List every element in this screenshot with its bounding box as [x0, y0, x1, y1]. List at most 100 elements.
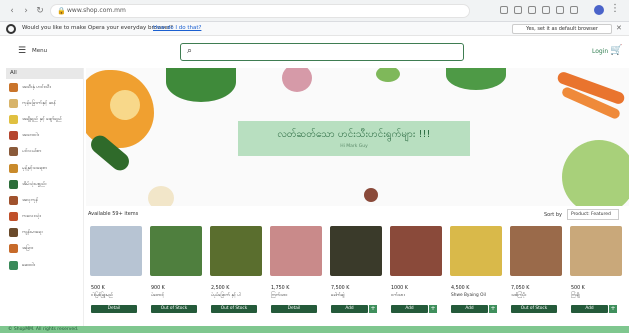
sidebar-item-label: အသီးနှံ ဟင်းသီး — [22, 84, 51, 90]
search-input[interactable]: ⌕ — [180, 43, 464, 61]
product-image[interactable] — [150, 226, 202, 276]
sidebar-item[interactable]: မုန့်နှင့်သရေစာ — [6, 160, 83, 176]
sidebar-item-label: ကလေးသုံး — [22, 214, 41, 220]
product-price: 500 K — [91, 286, 105, 291]
sidebar-item-label: ပင်လယ်စာ — [22, 149, 42, 155]
footer-bar: © ShopMM. All rights reserved. — [0, 326, 629, 333]
garlic-image — [148, 186, 174, 206]
product-action-button[interactable]: Add — [451, 305, 488, 313]
banner-subtitle: Hi Mark Guy — [340, 144, 368, 149]
category-icon — [9, 147, 18, 157]
product-card[interactable]: 4,500 K Shwe Byaing Oil Add + — [448, 224, 504, 320]
product-image[interactable] — [330, 226, 382, 276]
sidebar-item[interactable]: ဆေးဝါး — [6, 257, 83, 273]
cart-icon[interactable]: 🛒 — [610, 45, 622, 56]
search-icon[interactable]: ⌕ — [187, 46, 192, 56]
product-action-button[interactable]: Add — [391, 305, 428, 313]
hero-banner: လတ်ဆတ်သော ဟင်းသီးဟင်းရွက်များ !!! Hi Mar… — [86, 68, 629, 206]
infobar-message: Would you like to make Opera your everyd… — [22, 25, 173, 31]
sidebar-item[interactable]: အသားငါး — [6, 128, 83, 144]
sidebar-item[interactable]: အခြား — [6, 241, 83, 257]
pumpkin-flesh-image — [110, 90, 140, 120]
default-browser-infobar: Would you like to make Opera your everyd… — [0, 22, 629, 36]
forward-icon[interactable]: › — [20, 5, 32, 17]
category-icon — [9, 212, 18, 222]
extension-icon[interactable] — [528, 6, 536, 14]
extension-icon[interactable] — [542, 6, 550, 14]
extension-icon[interactable] — [556, 6, 564, 14]
product-name: ပဲပုပ်ခြောက် နှင့် ပါ — [211, 293, 241, 298]
product-action-button[interactable]: Detail — [91, 305, 137, 313]
sidebar-item[interactable]: အိမ်သုံးပစ္စည်း — [6, 176, 83, 192]
product-action-button[interactable]: Out of Stock — [151, 305, 197, 313]
product-image[interactable] — [570, 226, 622, 276]
product-image[interactable] — [210, 226, 262, 276]
sidebar-item[interactable]: ကလေးသုံး — [6, 209, 83, 225]
add-to-cart-icon[interactable]: + — [369, 305, 377, 313]
address-bar[interactable]: 🔒 www.shop.com.mm — [50, 4, 470, 18]
product-card[interactable]: 1000 K ဝက်သား Add + — [388, 224, 444, 320]
sidebar-item-label: အသားငါး — [22, 133, 39, 139]
sidebar-item-label: အချိုရည် နှင့် ဖျော်ရည် — [22, 116, 62, 122]
product-image[interactable] — [270, 226, 322, 276]
product-card[interactable]: 500 K ကြံချို Add + — [568, 224, 624, 320]
peas-image — [376, 68, 400, 82]
onion-image — [282, 68, 312, 92]
product-action-button[interactable]: Add — [331, 305, 368, 313]
product-action-button[interactable]: Add — [571, 305, 608, 313]
product-action-button[interactable]: Detail — [271, 305, 317, 313]
category-icon — [9, 195, 18, 205]
infobar-link[interactable]: How do I do that? — [153, 25, 201, 31]
product-action-button[interactable]: Out of Stock — [211, 305, 257, 313]
back-icon[interactable]: ‹ — [6, 5, 18, 17]
add-to-cart-icon[interactable]: + — [489, 305, 497, 313]
product-image[interactable] — [390, 226, 442, 276]
product-name: သစ်ကြံပိုး — [511, 293, 527, 298]
extension-icon[interactable] — [570, 6, 578, 14]
product-price: 7,050 K — [511, 286, 530, 291]
product-image[interactable] — [90, 226, 142, 276]
category-icon — [9, 228, 18, 238]
sidebar-item[interactable]: အသီးနှံ ဟင်းသီး — [6, 79, 83, 95]
extension-icon[interactable] — [514, 6, 522, 14]
footer-text: © ShopMM. All rights reserved. — [8, 327, 79, 332]
product-image[interactable] — [450, 226, 502, 276]
sidebar-item-all[interactable]: All — [6, 68, 83, 79]
add-to-cart-icon[interactable]: + — [609, 305, 617, 313]
add-to-cart-icon[interactable]: + — [429, 305, 437, 313]
pepper-image — [364, 188, 378, 202]
product-card[interactable]: 7,500 K ခေါက်ဆွဲ Add + — [328, 224, 384, 320]
product-name: ဝက်သား — [391, 293, 405, 298]
profile-avatar[interactable] — [594, 5, 604, 15]
products-toolbar: Available 59+ items Sort by Product: Fea… — [86, 208, 629, 222]
product-card[interactable]: 7,050 K သစ်ကြံပိုး Out of Stock — [508, 224, 564, 320]
category-icon — [9, 82, 18, 92]
product-image[interactable] — [510, 226, 562, 276]
sidebar-item[interactable]: ကျန်းမာရေး — [6, 225, 83, 241]
reload-icon[interactable]: ↻ — [34, 5, 46, 17]
product-card[interactable]: 1,750 K ကြက်သား Detail — [268, 224, 324, 320]
product-name: ကြက်သား — [271, 293, 288, 298]
sidebar-item[interactable]: အလှကုန် — [6, 192, 83, 208]
banner-text-box: လတ်ဆတ်သော ဟင်းသီးဟင်းရွက်များ !!! Hi Mar… — [238, 121, 470, 156]
category-sidebar: All အသီးနှံ ဟင်းသီးကုန်ခြောက်နှင့် ဆန်အခ… — [6, 68, 84, 326]
extension-icon[interactable] — [500, 6, 508, 14]
menu-icon[interactable]: ☰ — [18, 46, 26, 56]
browser-menu-icon[interactable]: ⋮ — [610, 3, 620, 14]
menu-label[interactable]: Menu — [32, 48, 47, 54]
sidebar-item[interactable]: ပင်လယ်စာ — [6, 144, 83, 160]
product-card[interactable]: 900 K ပဲတောင့် Out of Stock — [148, 224, 204, 320]
sidebar-item[interactable]: အချိုရည် နှင့် ဖျော်ရည် — [6, 111, 83, 127]
product-name: ခေါက်ဆွဲ — [331, 293, 345, 298]
sort-select[interactable]: Product: Featured — [567, 209, 619, 220]
category-icon — [9, 114, 18, 124]
product-price: 1000 K — [391, 286, 408, 291]
sidebar-item[interactable]: ကုန်ခြောက်နှင့် ဆန် — [6, 95, 83, 111]
close-icon[interactable]: ✕ — [616, 24, 622, 32]
login-link[interactable]: Login — [592, 48, 608, 55]
product-card[interactable]: 500 K ငါးမြစ်ခြူးမည် Detail — [88, 224, 144, 320]
product-action-button[interactable]: Out of Stock — [511, 305, 557, 313]
basil-image — [446, 68, 506, 90]
product-card[interactable]: 2,500 K ပဲပုပ်ခြောက် နှင့် ပါ Out of Stock — [208, 224, 264, 320]
set-default-button[interactable]: Yes, set it as default browser — [512, 24, 612, 34]
